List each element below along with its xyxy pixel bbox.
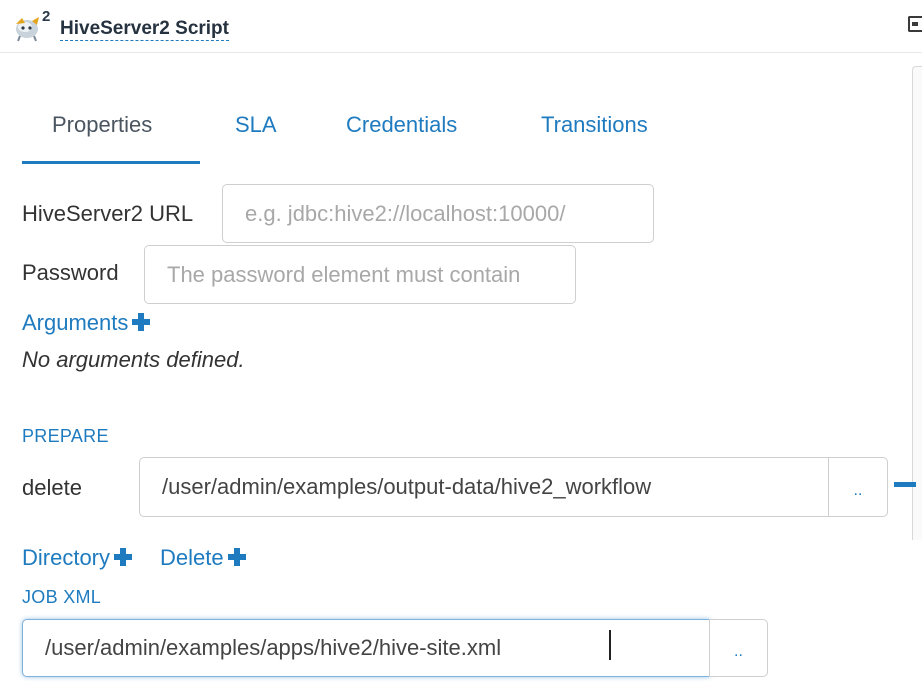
hive-logo-icon (16, 17, 39, 42)
add-delete-link[interactable]: Delete (160, 545, 246, 571)
password-input[interactable] (144, 245, 576, 304)
hiveserver2-url-input[interactable] (222, 184, 654, 243)
tab-transitions[interactable]: Transitions (541, 112, 648, 138)
tab-credentials[interactable]: Credentials (346, 112, 457, 138)
expand-icon[interactable] (908, 16, 922, 32)
add-directory-link[interactable]: Directory (22, 545, 133, 571)
scrollbar[interactable] (912, 66, 922, 540)
text-cursor (609, 630, 611, 660)
delete-browse-button[interactable]: .. (828, 457, 888, 517)
hiveserver2-url-label: HiveServer2 URL (22, 201, 194, 226)
add-argument-link[interactable]: Arguments (22, 310, 151, 336)
no-arguments-text: No arguments defined. (22, 347, 245, 372)
delete-path-input[interactable] (139, 457, 829, 517)
delete-label: delete (22, 475, 82, 500)
node-header: 2 HiveServer2 Script (0, 0, 922, 53)
active-tab-indicator (22, 161, 200, 164)
job-xml-heading: JOB XML (22, 587, 102, 607)
plus-icon (114, 548, 133, 566)
prepare-heading: PREPARE (22, 426, 109, 446)
plus-icon (132, 313, 151, 331)
plus-icon (227, 548, 246, 566)
version-badge: 2 (42, 8, 51, 25)
arguments-label: Arguments (22, 310, 129, 335)
delete-link-label: Delete (160, 545, 224, 570)
tab-properties[interactable]: Properties (52, 112, 152, 138)
remove-delete-icon[interactable] (894, 482, 916, 487)
directory-label: Directory (22, 545, 111, 570)
job-xml-browse-button[interactable]: .. (709, 619, 768, 677)
password-label: Password (22, 260, 119, 285)
node-title[interactable]: HiveServer2 Script (60, 18, 229, 41)
job-xml-input[interactable] (22, 619, 710, 677)
tab-sla[interactable]: SLA (235, 112, 277, 138)
